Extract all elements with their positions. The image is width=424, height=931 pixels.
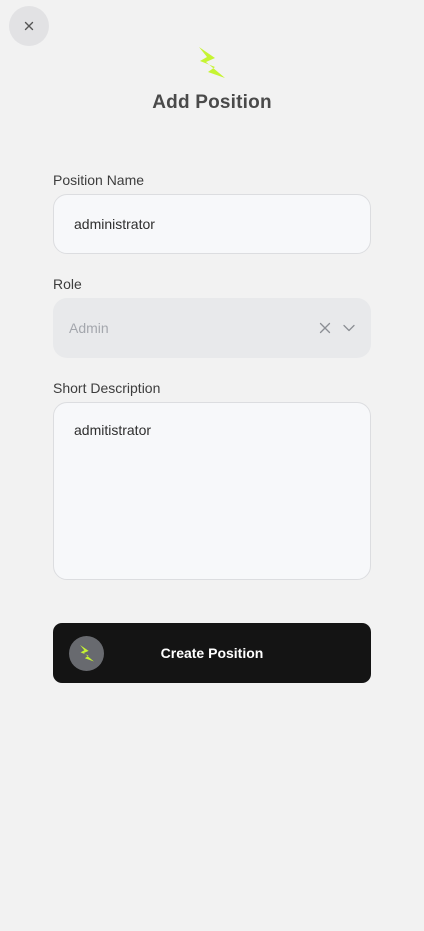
role-select[interactable]: Admin xyxy=(53,298,371,358)
position-name-label: Position Name xyxy=(53,172,145,188)
page-title: Add Position xyxy=(152,92,272,113)
create-position-button[interactable]: Create Position xyxy=(53,623,371,683)
short-description-label: Short Description xyxy=(53,380,161,396)
close-button[interactable] xyxy=(9,6,49,46)
create-position-label: Create Position xyxy=(160,645,264,661)
role-selected-value: Admin xyxy=(69,320,109,336)
short-description-textarea[interactable]: admitistrator xyxy=(53,402,371,580)
lightning-bolt-icon xyxy=(197,46,227,80)
position-name-value: administrator xyxy=(74,216,155,232)
short-description-value: admitistrator xyxy=(74,422,152,438)
role-label: Role xyxy=(53,276,82,292)
close-icon xyxy=(24,21,34,31)
chevron-down-icon[interactable] xyxy=(343,324,355,332)
clear-icon[interactable] xyxy=(319,322,331,334)
position-name-input[interactable]: administrator xyxy=(53,194,371,254)
